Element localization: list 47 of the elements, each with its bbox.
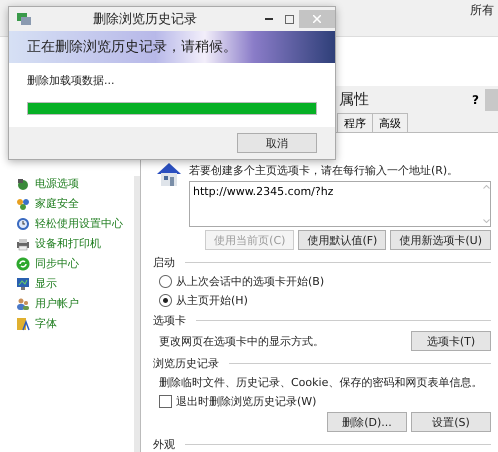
control-panel-link[interactable]: 用户帐户 <box>16 296 79 311</box>
dialog-title: 删除浏览历史记录 <box>92 11 198 28</box>
tab[interactable]: 高级 <box>372 113 408 132</box>
font-folder-icon <box>16 316 30 330</box>
control-panel-link[interactable]: 家庭安全 <box>16 196 79 211</box>
printer-icon <box>16 236 30 250</box>
help-button[interactable]: ? <box>466 92 485 106</box>
control-panel-link[interactable]: 设备和打印机 <box>16 236 101 251</box>
section-heading: 启动 <box>153 255 175 270</box>
close-icon <box>313 15 321 23</box>
minimize-icon <box>265 18 273 20</box>
house-icon <box>157 163 181 186</box>
app-icon <box>17 13 31 25</box>
users-icon <box>16 296 30 310</box>
scrollbar-drawing <box>483 185 490 223</box>
section-heading: 外观 <box>153 437 175 452</box>
instruction-text: 若要创建多个主页选项卡，请在每行输入一个地址(R)。 <box>189 163 460 178</box>
section-heading: 浏览历史记录 <box>153 356 219 371</box>
home-page-button[interactable]: 使用默认值(F) <box>298 230 386 250</box>
control-panel-link[interactable]: 轻松使用设置中心 <box>16 216 123 231</box>
history-button[interactable]: 设置(S) <box>411 412 491 432</box>
sync-icon <box>16 256 30 270</box>
control-panel-link[interactable]: 显示 <box>16 276 57 291</box>
tabs-button[interactable]: 选项卡(T) <box>411 331 491 351</box>
checkbox-option[interactable]: 退出时删除浏览历史记录(W) <box>153 393 491 409</box>
control-panel-link[interactable]: 同步中心 <box>16 256 79 271</box>
window-title: 属性 <box>339 90 370 109</box>
radio-option[interactable]: 从上次会话中的选项卡开始(B) <box>153 273 491 289</box>
tab[interactable]: 程序 <box>337 113 373 132</box>
home-page-field[interactable]: http://www.2345.com/?hz <box>189 181 491 227</box>
banner-text: 正在删除浏览历史记录，请稍候。 <box>27 38 237 56</box>
control-panel-link[interactable]: 电源选项 <box>16 176 79 191</box>
status-text: 删除加载项数据... <box>27 73 116 88</box>
clock-icon <box>16 216 30 230</box>
people-icon <box>16 196 30 210</box>
history-button[interactable]: 删除(D)... <box>327 412 407 432</box>
radio-option[interactable]: 从主页开始(H) <box>153 292 491 308</box>
home-page-button[interactable]: 使用新选项卡(U) <box>390 230 491 250</box>
control-panel-link[interactable]: 字体 <box>16 316 57 331</box>
power-plug-icon <box>16 176 30 190</box>
maximize-icon <box>284 14 294 24</box>
monitor-icon <box>16 276 30 290</box>
section-heading: 选项卡 <box>153 313 186 328</box>
description-text: 删除临时文件、历史记录、Cookie、保存的密码和网页表单信息。 <box>158 374 484 390</box>
description-text: 更改网页在选项卡中的显示方式。 <box>159 334 324 348</box>
cancel-button[interactable]: 取消 <box>237 133 317 153</box>
header-text: 所有 <box>470 2 494 19</box>
